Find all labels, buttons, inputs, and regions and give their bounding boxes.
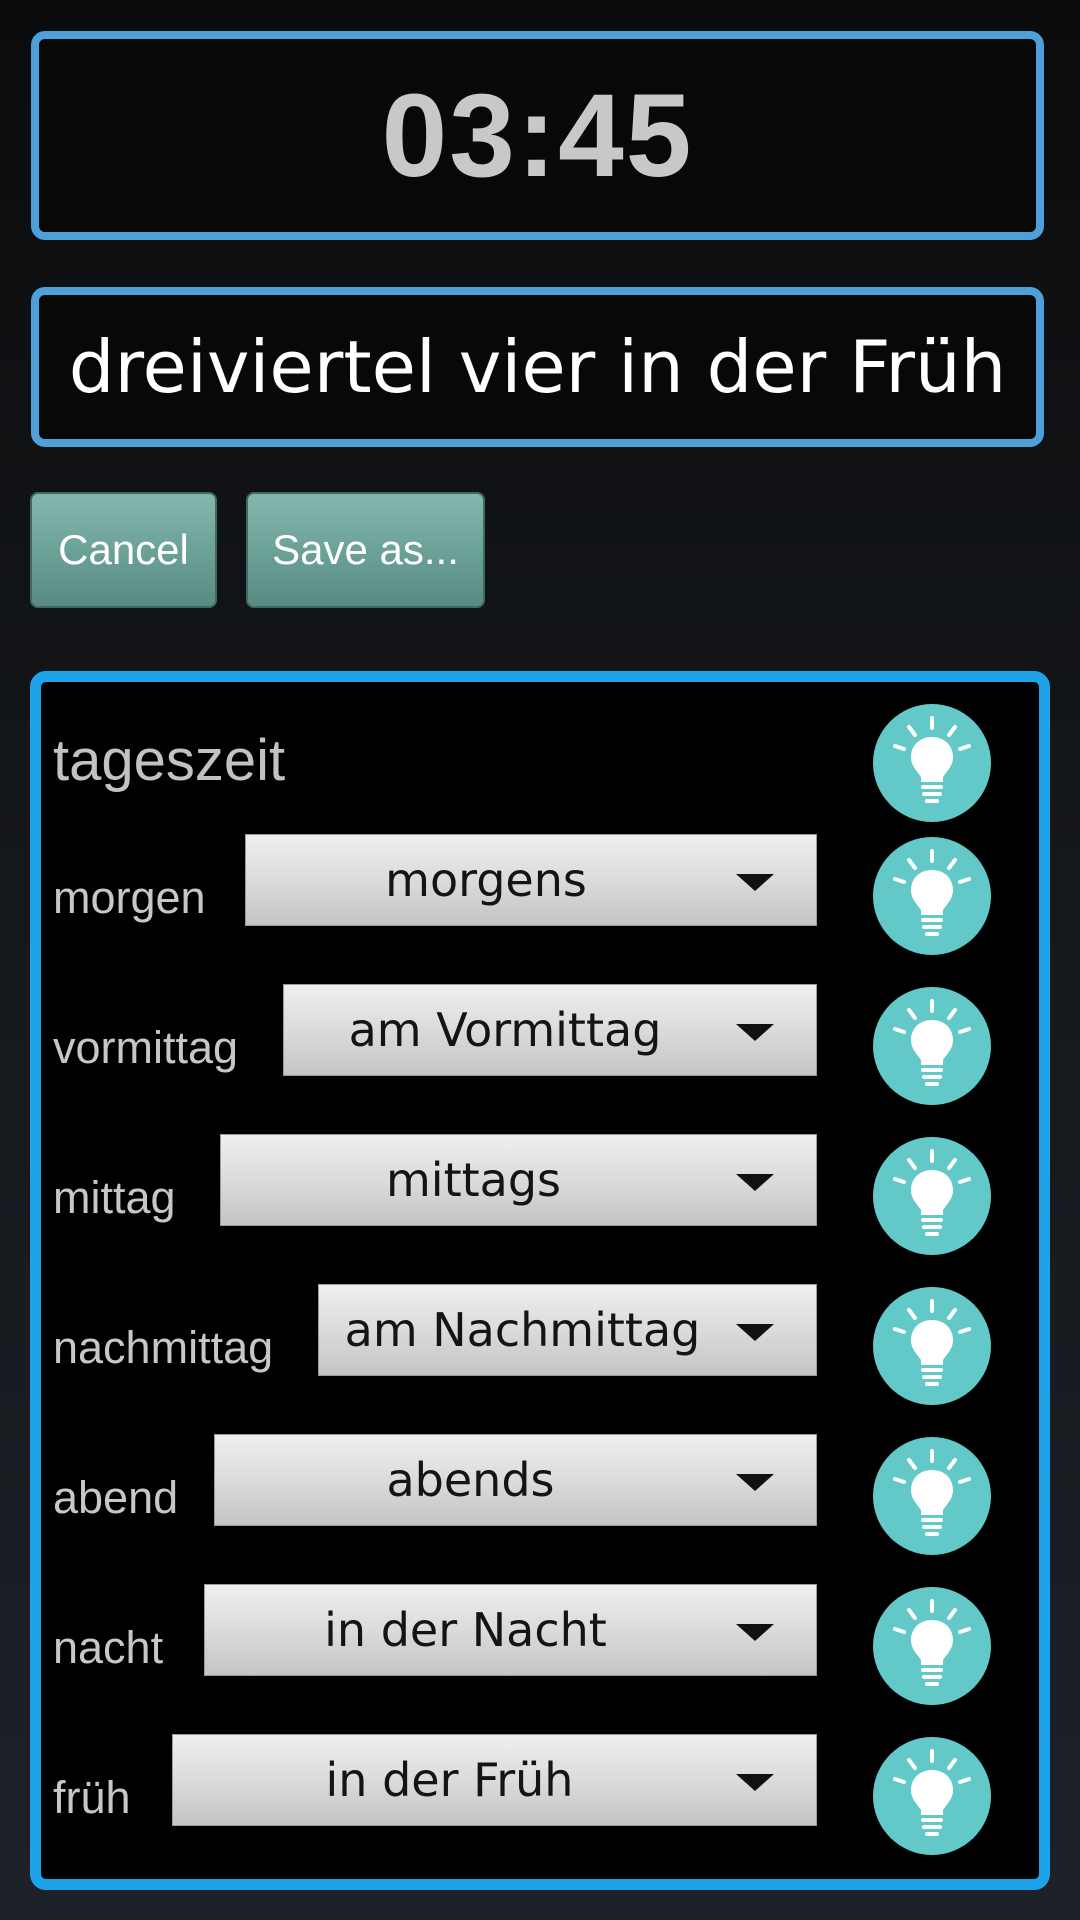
row-label-mittag: mittag <box>53 1172 176 1223</box>
lightbulb-icon[interactable] <box>873 987 991 1105</box>
dropdown-nachmittag[interactable]: am Nachmittag <box>318 1284 817 1376</box>
dropdown-value: in der Nacht <box>324 1603 607 1657</box>
row-label-abend: abend <box>53 1472 179 1523</box>
row-label-nacht: nacht <box>53 1622 164 1673</box>
triangle-down-icon <box>736 1024 774 1041</box>
dropdown-value: in der Früh <box>325 1753 574 1807</box>
time-phrase-display: dreiviertel vier in der Früh <box>31 287 1044 447</box>
lightbulb-icon[interactable] <box>873 1137 991 1255</box>
triangle-down-icon <box>736 874 774 891</box>
dropdown-nacht[interactable]: in der Nacht <box>204 1584 817 1676</box>
row-label-frueh: früh <box>53 1772 131 1823</box>
save-as-button[interactable]: Save as... <box>246 492 485 608</box>
time-text: 03:45 <box>381 69 694 202</box>
triangle-down-icon <box>736 1474 774 1491</box>
dropdown-frueh[interactable]: in der Früh <box>172 1734 817 1826</box>
dropdown-value: morgens <box>385 853 587 907</box>
lightbulb-icon[interactable] <box>873 1737 991 1855</box>
dropdown-abend[interactable]: abends <box>214 1434 817 1526</box>
cancel-button[interactable]: Cancel <box>30 492 217 608</box>
lightbulb-icon[interactable] <box>873 704 991 822</box>
dropdown-value: abends <box>386 1453 555 1507</box>
triangle-down-icon <box>736 1324 774 1341</box>
lightbulb-icon[interactable] <box>873 1287 991 1405</box>
dropdown-morgen[interactable]: morgens <box>245 834 817 926</box>
dropdown-value: am Nachmittag <box>344 1303 701 1357</box>
triangle-down-icon <box>736 1174 774 1191</box>
time-display: 03:45 <box>31 31 1044 240</box>
row-label-nachmittag: nachmittag <box>53 1322 274 1373</box>
dropdown-value: mittags <box>385 1153 561 1207</box>
lightbulb-icon[interactable] <box>873 1587 991 1705</box>
dropdown-mittag[interactable]: mittags <box>220 1134 817 1226</box>
dropdown-value: am Vormittag <box>348 1003 662 1057</box>
dropdown-vormittag[interactable]: am Vormittag <box>283 984 817 1076</box>
triangle-down-icon <box>736 1624 774 1641</box>
row-label-morgen: morgen <box>53 872 206 923</box>
tageszeit-panel: tageszeit morgen morgens vormittag am Vo… <box>30 671 1050 1890</box>
lightbulb-icon[interactable] <box>873 1437 991 1555</box>
row-label-vormittag: vormittag <box>53 1022 239 1073</box>
triangle-down-icon <box>736 1774 774 1791</box>
time-phrase-text: dreiviertel vier in der Früh <box>68 325 1007 409</box>
panel-title: tageszeit <box>53 728 286 793</box>
lightbulb-icon[interactable] <box>873 837 991 955</box>
